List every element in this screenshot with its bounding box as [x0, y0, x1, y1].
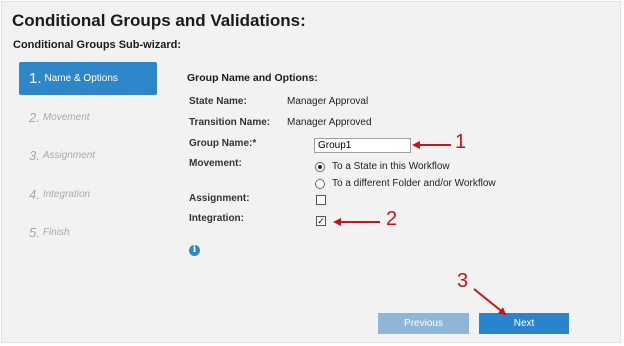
annotation-arrows — [333, 141, 507, 316]
annotation-arrow — [473, 288, 507, 316]
